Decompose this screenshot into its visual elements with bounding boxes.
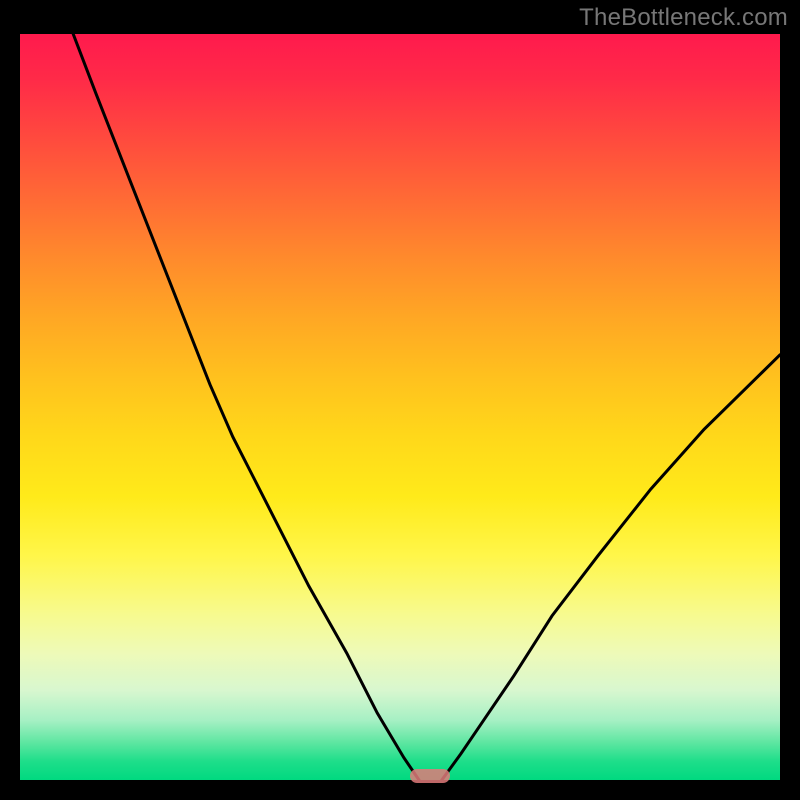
bottleneck-curve [20, 34, 780, 780]
curve-left-branch [73, 34, 419, 780]
curve-right-branch [442, 355, 780, 780]
chart-frame: TheBottleneck.com [0, 0, 800, 800]
optimal-point-marker [410, 769, 450, 783]
watermark-text: TheBottleneck.com [579, 4, 788, 32]
plot-area [20, 34, 780, 780]
